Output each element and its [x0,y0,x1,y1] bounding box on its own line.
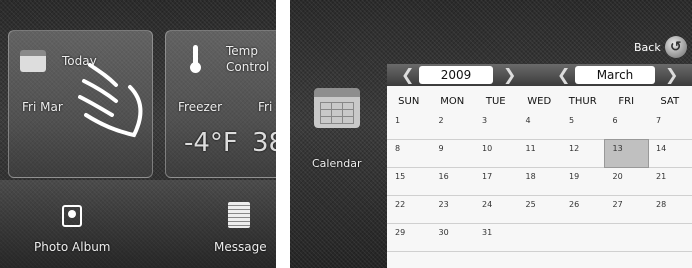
messages-label[interactable]: Message [214,240,267,254]
calendar-day [648,224,692,251]
calendar-day[interactable]: 17 [474,168,518,195]
calendar-day[interactable]: 5 [561,112,605,139]
calendar-day[interactable]: 9 [431,140,475,167]
control-label: Control [226,60,270,74]
calendar-day[interactable]: 10 [474,140,518,167]
calendar-week-row: 1234567 [387,112,692,140]
month-display: March [575,66,655,84]
weekday-header: TUE [485,96,506,107]
fridge-label: Fri [258,100,273,114]
calendar-day[interactable]: 29 [387,224,431,251]
calendar-day[interactable]: 21 [648,168,692,195]
calendar-day[interactable]: 31 [474,224,518,251]
calendar-day[interactable]: 3 [474,112,518,139]
weekday-header: FRI [618,96,635,107]
pointing-hand-icon [78,63,143,138]
calendar-day[interactable]: 8 [387,140,431,167]
calendar-day [518,224,562,251]
calendar-week-row: 29 30 31 [387,224,692,252]
calendar-day[interactable]: 1 [387,112,431,139]
calendar-day[interactable]: 16 [431,168,475,195]
photo-album-label[interactable]: Photo Album [34,240,111,254]
calendar-day[interactable]: 28 [648,196,692,223]
weekday-header: THUR [568,96,597,107]
calendar-day[interactable]: 11 [518,140,562,167]
weekday-header: MON [440,96,465,107]
calendar-day[interactable]: 30 [431,224,475,251]
calendar-side-nav: Calendar [290,0,387,268]
photo-album-icon[interactable] [62,205,82,227]
weekday-header: WED [527,96,552,107]
calendar-day-selected[interactable]: 13 [603,139,649,168]
calendar-day[interactable]: 26 [561,196,605,223]
home-screen: Today Fri Mar Temp Control Freezer Fri -… [0,0,276,268]
chevron-right-icon[interactable]: ❯ [503,65,516,85]
calendar-day[interactable]: 18 [518,168,562,195]
calendar-nav-bar: ❮ 2009 ❯ ❮ March ❯ [387,64,692,86]
calendar-icon [314,88,360,128]
calendar-icon [20,50,46,72]
temp-label: Temp [226,44,258,58]
calendar-day [561,224,605,251]
chevron-right-icon[interactable]: ❯ [665,65,678,85]
calendar-day[interactable]: 14 [648,140,692,167]
calendar-day[interactable]: 4 [518,112,562,139]
calendar-day[interactable]: 22 [387,196,431,223]
freezer-label: Freezer [178,100,223,114]
today-date: Fri Mar [22,100,63,114]
calendar-grid: SUN MON TUE WED THUR FRI SAT 1 2 3 4 5 6 7 8 9 10 11 12 13… [387,86,692,268]
calendar-week-row: 15 16 17 18 19 20 21 [387,168,692,196]
chevron-left-icon[interactable]: ❮ [401,65,414,85]
calendar-week-row: 22 23 24 25 26 27 28 [387,196,692,224]
back-label: Back [634,40,661,54]
weekday-header: SUN [398,96,420,107]
calendar-screen: Calendar Back ↺ ❮ 2009 ❯ ❮ March ❯ SUN MO… [290,0,692,268]
chevron-left-icon[interactable]: ❮ [557,65,570,85]
calendar-day[interactable]: 15 [387,168,431,195]
fridge-temp-value: 38 [252,128,276,158]
calendar-day[interactable]: 20 [605,168,649,195]
calendar-day[interactable]: 12 [561,140,605,167]
calendar-label: Calendar [312,157,362,170]
calendar-day [605,224,649,251]
back-button[interactable]: Back ↺ [634,36,687,58]
calendar-day[interactable]: 27 [605,196,649,223]
calendar-day[interactable]: 23 [431,196,475,223]
calendar-day[interactable]: 7 [648,112,692,139]
calendar-day[interactable]: 2 [431,112,475,139]
back-arrow-icon: ↺ [664,36,687,58]
calendar-week-row: 8 9 10 11 12 13 14 [387,139,692,168]
calendar-day[interactable]: 24 [474,196,518,223]
year-display: 2009 [419,66,493,84]
thermometer-icon [190,45,201,73]
freezer-temp-value: -4°F [184,128,238,158]
calendar-day[interactable]: 25 [518,196,562,223]
calendar-day[interactable]: 19 [561,168,605,195]
calendar-day[interactable]: 6 [605,112,649,139]
message-icon[interactable] [228,202,250,228]
weekday-header: SAT [660,96,680,107]
